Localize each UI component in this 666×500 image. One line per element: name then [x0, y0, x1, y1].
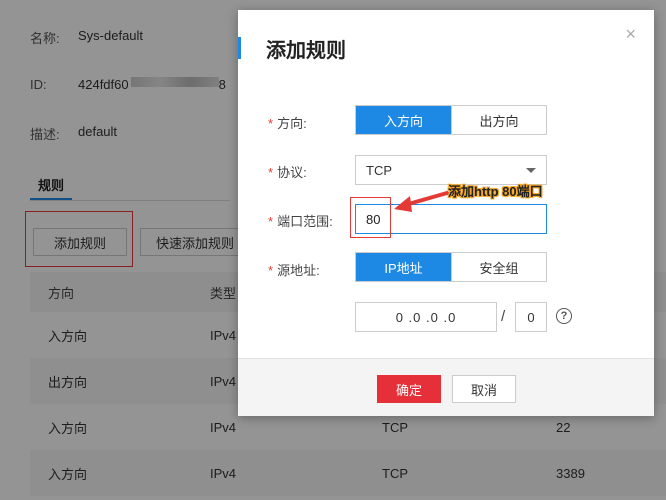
annotation-arrow [403, 191, 449, 207]
annotation-arrow-layer [394, 191, 449, 212]
annotation-arrowhead [394, 196, 412, 212]
annotation-text: 添加http 80端口 [448, 184, 543, 199]
